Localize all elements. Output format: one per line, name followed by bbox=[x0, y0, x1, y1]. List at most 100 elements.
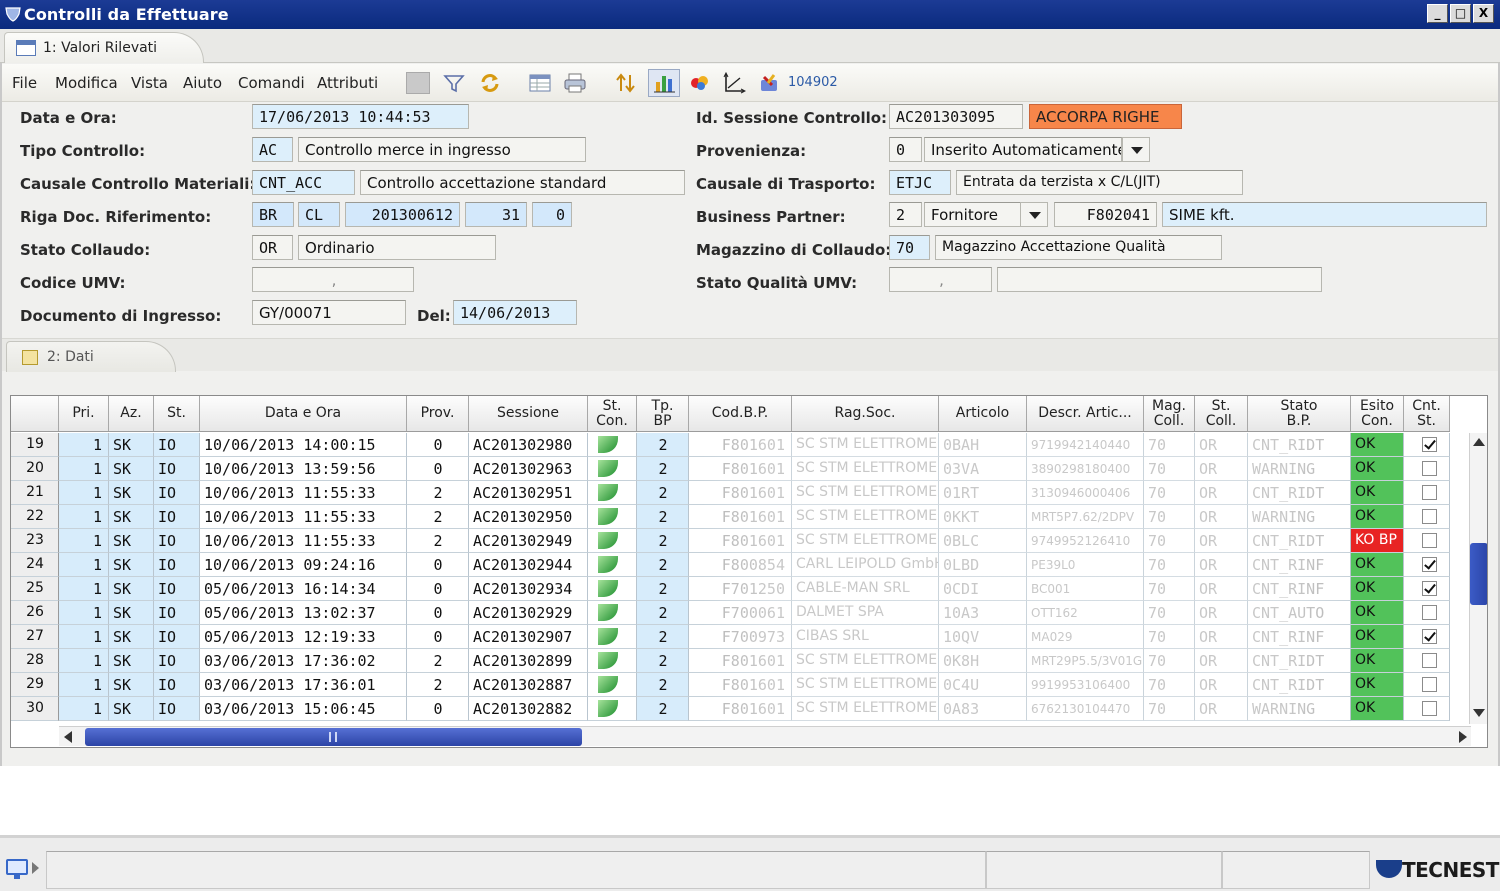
column-header-az[interactable]: Az. bbox=[109, 396, 154, 431]
bp-code-field[interactable]: F802041 bbox=[1054, 202, 1157, 227]
minimize-button[interactable]: _ bbox=[1427, 4, 1448, 23]
column-header-prov[interactable]: Prov. bbox=[407, 396, 469, 431]
tipo-controllo-code-field[interactable]: AC bbox=[252, 137, 293, 162]
riga-doc-field-2[interactable]: CL bbox=[298, 202, 340, 227]
table-row[interactable]: 29 1 SK IO 03/06/2013 17:36:01 2 AC201302887 2 F… bbox=[11, 673, 1450, 697]
cnt-st-checkbox[interactable] bbox=[1422, 485, 1437, 500]
column-header-row-number[interactable] bbox=[11, 396, 59, 431]
cnt-st-checkbox[interactable] bbox=[1422, 461, 1437, 476]
magazzino-code-field[interactable]: 70 bbox=[889, 235, 930, 260]
causale-materiali-code-field[interactable]: CNT_ACC bbox=[252, 170, 355, 195]
cnt-st-checkbox[interactable] bbox=[1422, 533, 1437, 548]
table-row[interactable]: 27 1 SK IO 05/06/2013 12:19:33 0 AC201302907 2 F… bbox=[11, 625, 1450, 649]
column-header-data-ora[interactable]: Data e Ora bbox=[200, 396, 407, 431]
print-icon[interactable] bbox=[563, 72, 587, 94]
horizontal-scrollbar[interactable] bbox=[59, 726, 1471, 746]
bp-type-select[interactable]: Fornitore bbox=[924, 202, 1021, 227]
riga-doc-field-3[interactable]: 201300612 bbox=[345, 202, 460, 227]
table-row[interactable]: 24 1 SK IO 10/06/2013 09:24:16 0 AC201302944 2 F… bbox=[11, 553, 1450, 577]
vertical-scroll-thumb[interactable] bbox=[1470, 543, 1487, 605]
cell-az: SK bbox=[109, 697, 154, 721]
grid-view-icon[interactable] bbox=[528, 72, 552, 94]
colors-icon[interactable] bbox=[688, 72, 712, 94]
horizontal-scroll-thumb[interactable] bbox=[85, 728, 582, 746]
tab-valori-rilevati[interactable]: 1: Valori Rilevati bbox=[4, 32, 204, 63]
column-header-articolo[interactable]: Articolo bbox=[939, 396, 1027, 431]
del-date-field[interactable]: 14/06/2013 bbox=[453, 300, 577, 325]
provenienza-select[interactable]: Inserito Automaticamente bbox=[924, 137, 1122, 162]
column-header-mag-coll[interactable]: Mag. Coll. bbox=[1144, 396, 1195, 431]
cnt-st-checkbox[interactable] bbox=[1422, 557, 1437, 572]
stato-qualita-code-field[interactable]: , bbox=[889, 267, 992, 292]
menu-modifica[interactable]: Modifica bbox=[55, 74, 118, 92]
causale-trasporto-code-field[interactable]: ETJC bbox=[889, 170, 951, 195]
cnt-st-checkbox[interactable] bbox=[1422, 605, 1437, 620]
menu-file[interactable]: File bbox=[12, 74, 37, 92]
tab-dati[interactable]: 2: Dati bbox=[6, 341, 176, 372]
menu-comandi[interactable]: Comandi bbox=[238, 74, 305, 92]
documento-ingresso-field[interactable]: GY/00071 bbox=[252, 300, 406, 325]
table-row[interactable]: 30 1 SK IO 03/06/2013 15:06:45 0 AC201302882 2 F… bbox=[11, 697, 1450, 721]
bp-type-code-field[interactable]: 2 bbox=[889, 202, 922, 227]
riga-doc-field-4[interactable]: 31 bbox=[465, 202, 527, 227]
chart-button[interactable] bbox=[648, 69, 680, 97]
sort-icon[interactable] bbox=[614, 72, 638, 94]
riga-doc-field-1[interactable]: BR bbox=[252, 202, 294, 227]
cell-az: SK bbox=[109, 481, 154, 505]
id-sessione-field[interactable]: AC201303095 bbox=[889, 104, 1023, 129]
table-row[interactable]: 22 1 SK IO 10/06/2013 11:55:33 2 AC201302950 2 F… bbox=[11, 505, 1450, 529]
scroll-left-icon[interactable] bbox=[64, 731, 72, 743]
cnt-st-checkbox[interactable] bbox=[1422, 509, 1437, 524]
column-header-stato-bp[interactable]: Stato B.P. bbox=[1248, 396, 1351, 431]
column-header-st-con[interactable]: St. Con. bbox=[588, 396, 637, 431]
menu-aiuto[interactable]: Aiuto bbox=[183, 74, 222, 92]
table-row[interactable]: 23 1 SK IO 10/06/2013 11:55:33 2 AC201302949 2 F… bbox=[11, 529, 1450, 553]
menu-attributi[interactable]: Attributi bbox=[317, 74, 378, 92]
scroll-right-icon[interactable] bbox=[1459, 731, 1467, 743]
codice-umv-field[interactable]: , bbox=[252, 267, 414, 292]
column-header-cod-bp[interactable]: Cod.B.P. bbox=[689, 396, 792, 431]
cell-sessione: AC201302949 bbox=[469, 529, 588, 553]
table-row[interactable]: 26 1 SK IO 05/06/2013 13:02:37 0 AC201302929 2 F… bbox=[11, 601, 1450, 625]
cnt-st-checkbox[interactable] bbox=[1422, 437, 1437, 452]
column-header-st-coll[interactable]: St. Coll. bbox=[1195, 396, 1248, 431]
column-header-tp-bp[interactable]: Tp. BP bbox=[637, 396, 689, 431]
table-row[interactable]: 20 1 SK IO 10/06/2013 13:59:56 0 AC201302963 2 F… bbox=[11, 457, 1450, 481]
provenienza-code-field[interactable]: 0 bbox=[889, 137, 922, 162]
riga-doc-field-5[interactable]: 0 bbox=[532, 202, 572, 227]
tools-icon[interactable] bbox=[758, 72, 782, 94]
column-header-cnt-st[interactable]: Cnt. St. bbox=[1404, 396, 1450, 431]
cnt-st-checkbox[interactable] bbox=[1422, 677, 1437, 692]
column-header-descr-artic[interactable]: Descr. Artic... bbox=[1027, 396, 1144, 431]
accorpa-righe-button[interactable]: ACCORPA RIGHE bbox=[1029, 104, 1182, 129]
column-header-st[interactable]: St. bbox=[154, 396, 200, 431]
table-row[interactable]: 28 1 SK IO 03/06/2013 17:36:02 2 AC201302899 2 F… bbox=[11, 649, 1450, 673]
provenienza-dropdown-arrow-icon[interactable] bbox=[1122, 137, 1150, 162]
status-flag-icon bbox=[598, 700, 618, 717]
data-ora-field[interactable]: 17/06/2013 10:44:53 bbox=[252, 104, 469, 129]
table-row[interactable]: 25 1 SK IO 05/06/2013 16:14:34 0 AC201302934 2 F… bbox=[11, 577, 1450, 601]
scroll-down-icon[interactable] bbox=[1473, 709, 1485, 717]
menu-vista[interactable]: Vista bbox=[131, 74, 168, 92]
column-header-rag-soc[interactable]: Rag.Soc. bbox=[792, 396, 939, 431]
column-header-sessione[interactable]: Sessione bbox=[469, 396, 588, 431]
column-header-esito-con[interactable]: Esito Con. bbox=[1351, 396, 1404, 431]
monitor-icon[interactable] bbox=[6, 859, 28, 879]
cnt-st-checkbox[interactable] bbox=[1422, 701, 1437, 716]
cnt-st-checkbox[interactable] bbox=[1422, 581, 1437, 596]
table-row[interactable]: 21 1 SK IO 10/06/2013 11:55:33 2 AC201302951 2 F… bbox=[11, 481, 1450, 505]
maximize-button[interactable]: □ bbox=[1450, 4, 1471, 23]
filter-icon[interactable] bbox=[442, 72, 466, 94]
stato-collaudo-code-field[interactable]: OR bbox=[252, 235, 293, 260]
table-row[interactable]: 19 1 SK IO 10/06/2013 14:00:15 0 AC201302980 2 F… bbox=[11, 433, 1450, 457]
vertical-scrollbar[interactable] bbox=[1469, 433, 1487, 724]
disabled-tool-icon[interactable] bbox=[406, 72, 430, 94]
column-header-pri[interactable]: Pri. bbox=[59, 396, 109, 431]
cnt-st-checkbox[interactable] bbox=[1422, 629, 1437, 644]
cnt-st-checkbox[interactable] bbox=[1422, 653, 1437, 668]
axes-icon[interactable] bbox=[722, 72, 746, 94]
bp-type-dropdown-arrow-icon[interactable] bbox=[1020, 202, 1048, 227]
refresh-icon[interactable] bbox=[478, 72, 502, 94]
scroll-up-icon[interactable] bbox=[1473, 438, 1485, 446]
close-button[interactable]: X bbox=[1473, 4, 1494, 23]
